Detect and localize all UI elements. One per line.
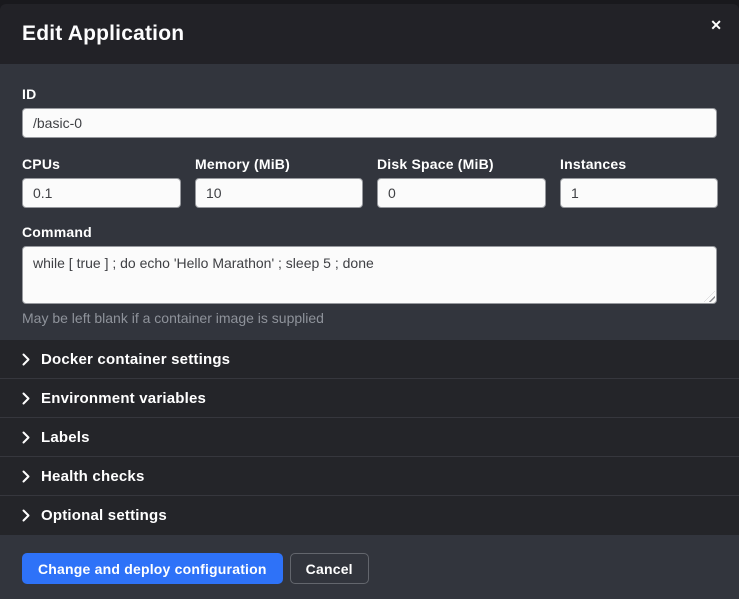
memory-label: Memory (MiB)	[195, 156, 363, 172]
memory-field-group: Memory (MiB)	[195, 156, 363, 208]
instances-input[interactable]	[560, 178, 718, 208]
command-label: Command	[22, 224, 717, 240]
application-form: ID CPUs Memory (MiB) Disk Space (MiB) In…	[0, 64, 739, 340]
section-labels[interactable]: Labels	[0, 418, 739, 457]
section-label: Labels	[41, 429, 90, 446]
edit-application-modal: Edit Application ✕ ID CPUs Memory (MiB) …	[0, 4, 739, 599]
chevron-right-icon	[22, 431, 30, 444]
modal-title: Edit Application	[22, 22, 184, 46]
command-textarea[interactable]: while [ true ] ; do echo 'Hello Marathon…	[22, 246, 717, 304]
chevron-right-icon	[22, 392, 30, 405]
command-field-group: Command while [ true ] ; do echo 'Hello …	[22, 224, 717, 326]
cpus-field-group: CPUs	[22, 156, 181, 208]
cancel-button[interactable]: Cancel	[290, 553, 369, 584]
command-help-text: May be left blank if a container image i…	[22, 310, 717, 326]
section-label: Health checks	[41, 468, 144, 485]
section-label: Environment variables	[41, 390, 206, 407]
chevron-right-icon	[22, 353, 30, 366]
section-docker-container-settings[interactable]: Docker container settings	[0, 340, 739, 379]
section-label: Docker container settings	[41, 351, 230, 368]
chevron-right-icon	[22, 470, 30, 483]
change-and-deploy-button[interactable]: Change and deploy configuration	[22, 553, 283, 584]
id-label: ID	[22, 86, 717, 102]
section-environment-variables[interactable]: Environment variables	[0, 379, 739, 418]
cpus-label: CPUs	[22, 156, 181, 172]
disk-label: Disk Space (MiB)	[377, 156, 546, 172]
id-input[interactable]	[22, 108, 717, 138]
close-icon[interactable]: ✕	[708, 16, 724, 34]
disk-field-group: Disk Space (MiB)	[377, 156, 546, 208]
resources-row: CPUs Memory (MiB) Disk Space (MiB) Insta…	[22, 156, 717, 208]
instances-field-group: Instances	[560, 156, 718, 208]
id-field-group: ID	[22, 86, 717, 138]
disk-input[interactable]	[377, 178, 546, 208]
collapsible-sections: Docker container settings Environment va…	[0, 340, 739, 535]
instances-label: Instances	[560, 156, 718, 172]
cpus-input[interactable]	[22, 178, 181, 208]
section-health-checks[interactable]: Health checks	[0, 457, 739, 496]
memory-input[interactable]	[195, 178, 363, 208]
modal-footer: Change and deploy configuration Cancel	[0, 535, 739, 599]
section-optional-settings[interactable]: Optional settings	[0, 496, 739, 535]
section-label: Optional settings	[41, 507, 167, 524]
modal-header: Edit Application ✕	[0, 4, 739, 64]
chevron-right-icon	[22, 509, 30, 522]
